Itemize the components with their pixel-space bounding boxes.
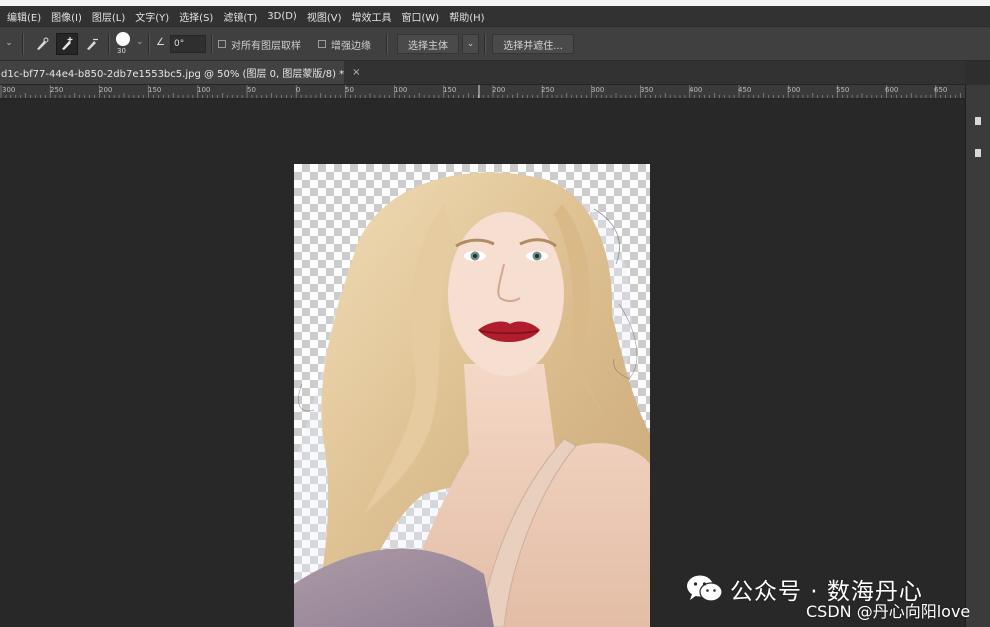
add-to-selection-button[interactable] [56, 33, 78, 55]
select-subject-button[interactable]: 选择主体 [397, 34, 459, 54]
ruler-label: 150 [443, 86, 457, 94]
ruler-label: 250 [50, 86, 64, 94]
menu-window[interactable]: 窗口(W) [397, 9, 445, 24]
ruler-label: 200 [492, 86, 506, 94]
close-icon[interactable]: × [352, 67, 360, 78]
ruler-label: 100 [197, 86, 211, 94]
select-and-mask-button[interactable]: 选择并遮住... [492, 34, 574, 54]
menu-bar: 编辑(E) 图像(I) 图层(L) 文字(Y) 选择(S) 滤镜(T) 3D(D… [0, 6, 990, 26]
ruler-ticks [0, 85, 961, 98]
menu-plugins[interactable]: 增效工具 [347, 9, 397, 24]
panel-icon[interactable] [975, 117, 981, 125]
menu-view[interactable]: 视图(V) [302, 9, 347, 24]
menu-edit[interactable]: 编辑(E) [2, 9, 46, 24]
menu-image[interactable]: 图像(I) [46, 9, 87, 24]
tool-preset-chevron-icon[interactable]: ⌄ [2, 36, 16, 50]
panel-icon[interactable] [975, 149, 981, 157]
menu-type[interactable]: 文字(Y) [130, 9, 174, 24]
ruler-label: 350 [640, 86, 654, 94]
new-selection-button[interactable] [31, 33, 53, 55]
subtract-from-selection-button[interactable] [81, 33, 103, 55]
options-bar: ⌄ 30 ⌄ ∠ 0° 对所有图层取样 增强边缘 选择主体 ⌄ 选择并遮住... [0, 26, 990, 61]
ruler-label: 150 [148, 86, 162, 94]
brush-picker-icon[interactable] [116, 32, 130, 46]
chevron-down-icon: ⌄ [466, 39, 475, 49]
menu-select[interactable]: 选择(S) [174, 9, 218, 24]
ruler-label: 500 [787, 86, 801, 94]
menu-layer[interactable]: 图层(L) [87, 9, 130, 24]
options-divider [148, 34, 150, 54]
ruler-label: 0 [296, 86, 301, 94]
options-divider [108, 34, 110, 54]
brush-subtract-icon [87, 38, 98, 50]
portrait-image [294, 172, 650, 627]
enhance-edge-label: 增强边缘 [331, 41, 371, 52]
document-tab[interactable]: d1c-bf77-44e4-b850-2db7e1553bc5.jpg @ 50… [0, 61, 361, 84]
wechat-icon [687, 575, 723, 602]
brush-new-icon [37, 37, 49, 50]
options-divider [386, 34, 388, 54]
ruler-label: 650 [934, 86, 948, 94]
ruler-label: 250 [541, 86, 555, 94]
ruler-label: 400 [689, 86, 703, 94]
angle-icon: ∠ [156, 37, 165, 48]
options-divider [211, 34, 213, 54]
ruler-label: 300 [591, 86, 605, 94]
ruler-label: 200 [99, 86, 113, 94]
ruler-label: 100 [394, 86, 408, 94]
document-canvas[interactable] [294, 164, 650, 627]
select-subject-dropdown[interactable]: ⌄ [462, 34, 479, 54]
menu-filter[interactable]: 滤镜(T) [218, 9, 262, 24]
ruler-label: 450 [738, 86, 752, 94]
panel-header [965, 61, 990, 85]
brush-picker-chevron-icon[interactable]: ⌄ [136, 37, 144, 47]
sample-all-layers-checkbox[interactable] [218, 40, 226, 48]
ruler-label: 300 [2, 86, 16, 94]
enhance-edge-checkbox[interactable] [318, 40, 326, 48]
sample-all-layers-label: 对所有图层取样 [231, 41, 301, 52]
ruler-label: 50 [247, 86, 256, 94]
menu-3d[interactable]: 3D(D) [262, 11, 302, 22]
ruler-label: 50 [345, 86, 354, 94]
document-tab-bar: d1c-bf77-44e4-b850-2db7e1553bc5.jpg @ 50… [0, 61, 990, 85]
csdn-watermark: CSDN @丹心向阳love [806, 602, 971, 621]
right-panel-strip [965, 85, 990, 627]
menu-help[interactable]: 帮助(H) [444, 9, 489, 24]
brush-add-icon [62, 37, 73, 50]
horizontal-ruler: 300 250 200 150 100 50 0 50 100 150 200 … [0, 85, 965, 99]
ruler-label: 600 [885, 86, 899, 94]
angle-input[interactable]: 0° [170, 35, 206, 53]
options-divider [22, 34, 24, 54]
brush-size-value: 30 [117, 47, 126, 55]
document-tab-title: d1c-bf77-44e4-b850-2db7e1553bc5.jpg @ 50… [1, 69, 345, 80]
options-divider [484, 34, 486, 54]
ruler-label: 550 [836, 86, 850, 94]
